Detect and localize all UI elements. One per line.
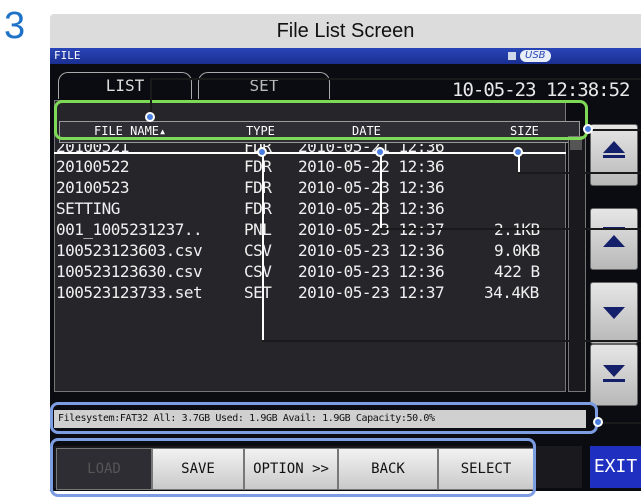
column-header-callout [54,100,588,140]
file-type: FDR [244,178,272,197]
scroll-up-button[interactable] [590,208,638,270]
file-name: 100523123733.set [56,283,203,302]
callout-dot [145,112,155,122]
file-name: SETTING [56,199,120,218]
callout-dot [375,147,385,157]
screen-label: FILE [54,49,81,62]
tab-set[interactable]: SET [198,72,330,99]
file-type: SET [244,283,272,302]
file-date: 2010-05-23 12:36 [298,199,445,218]
leader-line [380,152,382,228]
leader-line [518,172,641,174]
leader-line [262,340,641,342]
table-row[interactable]: 100523123603.csv CSV 2010-05-23 12:36 9.… [54,240,566,261]
table-row[interactable]: SETTING FDR 2010-05-23 12:36 [54,198,566,219]
screen-title: File List Screen [50,14,641,48]
double-down-arrow-icon [603,365,625,377]
table-row[interactable]: 20100521 FDR 2010-05-21 12:36 [54,144,566,156]
file-name: 100523123630.csv [56,262,203,281]
bar-icon-part [603,155,625,158]
top-status-bar: FILE USB [50,48,641,64]
file-name: 20100522 [56,157,130,176]
file-name: 001_1005231237.. [56,220,203,239]
scrollbar[interactable] [568,136,586,392]
table-row[interactable]: 100523123630.csv CSV 2010-05-23 12:36 42… [54,261,566,282]
scrollbar-thumb[interactable] [570,140,582,150]
callout-dot [583,124,593,134]
callout-dot [257,147,267,157]
file-size: 422 B [494,262,540,281]
up-arrow-icon [603,235,625,247]
file-date: 2010-05-21 12:36 [298,144,445,156]
step-number: 3 [4,5,26,47]
table-row[interactable]: 20100523 FDR 2010-05-23 12:36 [54,177,566,198]
clock: 10-05-23 12:38:52 [452,79,630,101]
bar-icon-part [603,379,625,382]
leader-line [262,152,264,340]
scroll-bottom-button[interactable] [590,344,638,406]
storage-indicator-icon [508,52,516,60]
file-type: PNL [244,220,272,239]
leader-line [150,78,152,114]
file-type: CSV [244,241,272,260]
callout-dot [513,147,523,157]
file-type: FDR [244,199,272,218]
double-up-arrow-icon [603,141,625,153]
file-date: 2010-05-23 12:36 [298,178,445,197]
down-arrow-icon [603,307,625,319]
table-row[interactable]: 20100522 FDR 2010-05-22 12:36 [54,156,566,177]
file-date: 2010-05-22 12:36 [298,157,445,176]
exit-button[interactable]: EXIT [590,446,641,488]
file-name: 100523123603.csv [56,241,203,260]
table-row[interactable]: 100523123733.set SET 2010-05-23 12:37 34… [54,282,566,303]
scroll-top-button[interactable] [590,124,638,186]
leader-line [150,78,641,80]
file-type: CSV [244,262,272,281]
file-type: FDR [244,157,272,176]
file-name: 20100521 [56,144,130,156]
file-date: 2010-05-23 12:36 [298,262,445,281]
file-size: 34.4KB [484,283,539,302]
leader-line [588,129,641,131]
scroll-down-button[interactable] [590,282,638,344]
status-bar-callout [50,402,598,434]
file-date: 2010-05-23 12:36 [298,241,445,260]
file-size: 9.0KB [494,241,540,260]
button-bar-callout [50,438,536,497]
usb-badge: USB [520,50,551,62]
callout-dot [593,417,603,427]
leader-line [380,228,641,230]
file-name: 20100523 [56,178,130,197]
leader-line [598,422,641,424]
tab-list[interactable]: LIST [58,72,192,99]
file-date: 2010-05-23 12:37 [298,283,445,302]
file-list: 20100521 FDR 2010-05-21 12:36 20100522 F… [54,144,566,303]
